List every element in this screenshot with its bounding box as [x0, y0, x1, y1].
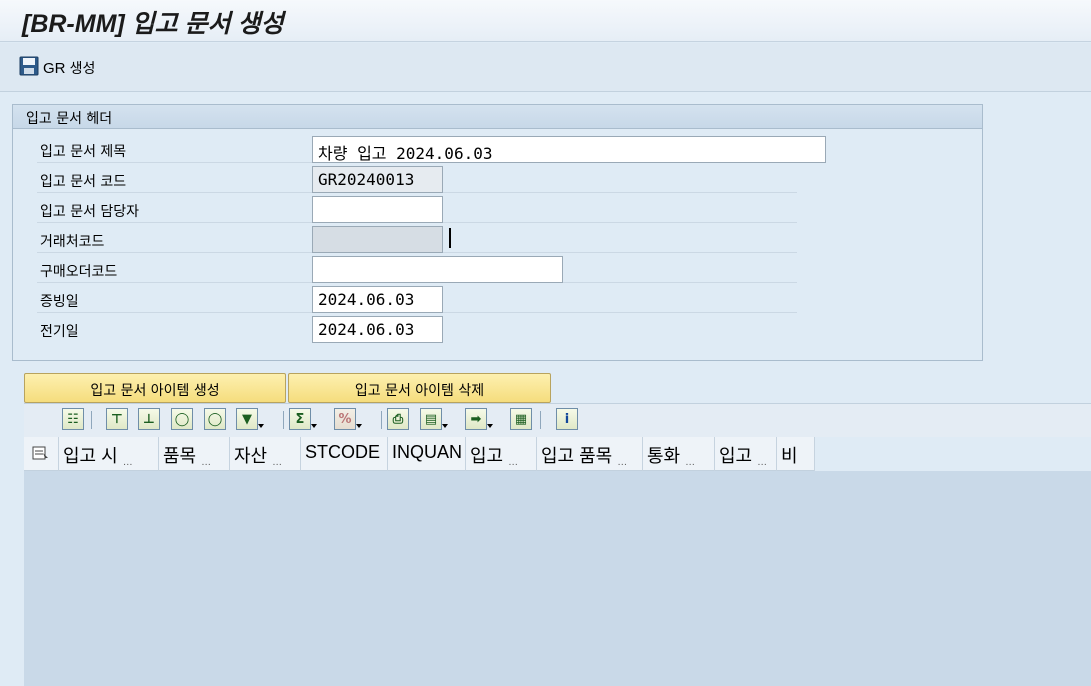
export-icon[interactable]: ➡	[465, 408, 493, 430]
align-bottom-icon[interactable]: ⊥	[138, 408, 160, 430]
delete-item-button[interactable]: 입고 문서 아이템 삭제	[288, 373, 551, 403]
gr-suffix: 생성	[69, 61, 96, 77]
label-post-date: 전기일	[40, 324, 79, 340]
po-code-input[interactable]	[312, 256, 563, 283]
panel-title: 입고 문서 헤더	[13, 105, 982, 129]
gr-create-button[interactable]: GR 생성	[18, 55, 95, 81]
alv-toolbar: ☷ ⊤ ⊥ ◯ ◯ ▼ Σ % ⎙ ▤ ➡ ▦ i	[24, 403, 1091, 437]
create-item-button[interactable]: 입고 문서 아이템 생성	[24, 373, 286, 403]
column-header[interactable]: STCODE	[301, 437, 388, 471]
row-doc-date: 증빙일 2024.06.03	[37, 283, 797, 313]
column-header[interactable]: 품목 …	[159, 437, 230, 471]
row-vendor: 거래처코드	[37, 223, 797, 253]
document-date-input[interactable]: 2024.06.03	[312, 286, 443, 313]
save-icon	[18, 55, 40, 81]
grid-header: 입고 시 … 품목 … 자산 … STCODE INQUAN 입고 … 입고 품…	[24, 437, 815, 471]
title-input[interactable]: 차량 입고 2024.06.03	[312, 136, 826, 163]
find-next-icon[interactable]: ◯	[204, 408, 226, 430]
align-top-icon[interactable]: ⊤	[106, 408, 128, 430]
column-header[interactable]: 입고 …	[466, 437, 537, 471]
column-header[interactable]: 입고 품목 …	[537, 437, 643, 471]
code-field: GR20240013	[312, 166, 443, 193]
grid-body[interactable]	[24, 471, 1091, 686]
posting-date-input[interactable]: 2024.06.03	[312, 316, 443, 343]
info-icon[interactable]: i	[556, 408, 578, 430]
label-code: 입고 문서 코드	[40, 174, 127, 190]
column-header[interactable]: 통화 …	[643, 437, 715, 471]
column-header[interactable]: 입고 시 …	[59, 437, 159, 471]
label-doc-date: 증빙일	[40, 294, 79, 310]
manager-input[interactable]	[312, 196, 443, 223]
row-title: 입고 문서 제목 차량 입고 2024.06.03	[37, 133, 826, 163]
print-icon[interactable]: ⎙	[387, 408, 409, 430]
application-toolbar: GR 생성	[0, 43, 1091, 92]
label-title: 입고 문서 제목	[40, 144, 127, 160]
label-manager: 입고 문서 담당자	[40, 204, 140, 220]
details-icon[interactable]: ☷	[62, 408, 84, 430]
label-vendor: 거래처코드	[40, 234, 105, 250]
column-header[interactable]: 입고 …	[715, 437, 777, 471]
label-po: 구매오더코드	[40, 264, 118, 280]
gr-prefix: GR	[43, 60, 66, 77]
row-post-date: 전기일 2024.06.03	[37, 313, 797, 343]
filter-icon[interactable]: ▼	[236, 408, 264, 430]
column-header[interactable]: INQUAN	[388, 437, 466, 471]
title-bar: [BR-MM] 입고 문서 생성	[0, 0, 1091, 42]
subtotal-icon[interactable]: %	[334, 408, 362, 430]
sum-icon[interactable]: Σ	[289, 408, 317, 430]
column-header[interactable]: 자산 …	[230, 437, 301, 471]
header-panel: 입고 문서 헤더 입고 문서 제목 차량 입고 2024.06.03 입고 문서…	[12, 104, 983, 361]
vendor-code-input[interactable]	[312, 226, 443, 253]
window-title: [BR-MM] 입고 문서 생성	[22, 10, 284, 38]
row-manager: 입고 문서 담당자	[37, 193, 797, 223]
text-cursor	[449, 228, 451, 248]
layout-icon[interactable]: ▦	[510, 408, 532, 430]
row-po: 구매오더코드	[37, 253, 797, 283]
gr-create-label: GR 생성	[43, 58, 95, 78]
column-header[interactable]: 비	[777, 437, 815, 471]
views-icon[interactable]: ▤	[420, 408, 448, 430]
find-icon[interactable]: ◯	[171, 408, 193, 430]
select-all-icon[interactable]	[24, 437, 59, 471]
row-code: 입고 문서 코드 GR20240013	[37, 163, 797, 193]
